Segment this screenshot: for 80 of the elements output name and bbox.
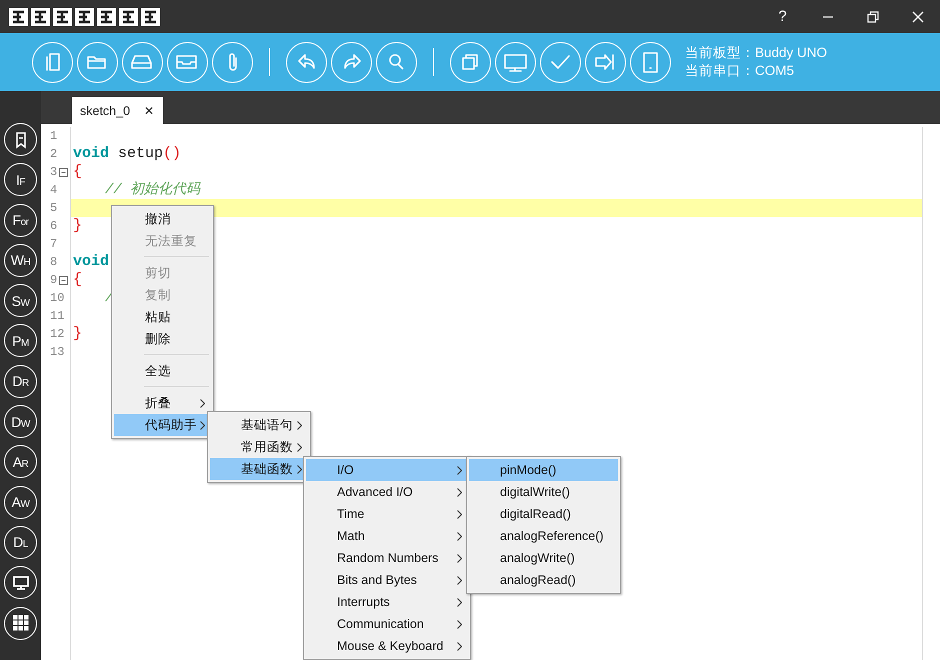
open-button[interactable] (77, 42, 118, 82)
line-number: 6 (50, 219, 58, 233)
save-button[interactable] (122, 42, 163, 82)
inbox-button[interactable] (167, 42, 208, 82)
menu-item[interactable]: Math (306, 525, 468, 547)
restore-icon (866, 10, 878, 22)
menu-item[interactable]: Communication (306, 613, 468, 635)
menu-item[interactable]: digitalWrite() (469, 481, 618, 503)
code-line: void setup() (73, 145, 182, 163)
snippet-button[interactable]: AW (4, 486, 37, 519)
menu-item[interactable]: analogRead() (469, 569, 618, 591)
redo-button[interactable] (331, 42, 372, 82)
document-icon (46, 53, 60, 71)
line-number: 3 (50, 165, 58, 179)
menu-item[interactable]: Interrupts (306, 591, 468, 613)
menu-item[interactable]: analogWrite() (469, 547, 618, 569)
menu-item[interactable]: Mouse & Keyboard (306, 635, 468, 657)
line-number: 12 (50, 327, 64, 341)
snippet-button[interactable]: SW (4, 284, 37, 318)
close-icon (912, 10, 924, 22)
attach-button[interactable] (212, 42, 253, 82)
monitor-button[interactable] (4, 566, 37, 600)
status-text: 当前串口：COM5 (685, 62, 796, 80)
snippet-button[interactable]: WH (4, 244, 37, 277)
fold-icon[interactable] (59, 168, 68, 176)
line-number: 2 (50, 147, 58, 161)
menu-item[interactable]: digitalRead() (469, 503, 618, 525)
copy-button[interactable] (450, 42, 491, 82)
line-number: 8 (50, 255, 58, 269)
undo-button[interactable] (286, 42, 327, 82)
device-button[interactable] (630, 42, 671, 82)
menu-item[interactable]: 删除 (114, 328, 211, 350)
menu-item[interactable]: I/O (306, 459, 468, 481)
code-line: // 初始化代码 (105, 181, 200, 199)
bookmark-button[interactable] (4, 123, 37, 156)
code-line: { (73, 163, 82, 181)
search-button[interactable] (376, 42, 417, 82)
menu-item[interactable]: 全选 (114, 360, 211, 382)
code-line: { (73, 271, 82, 289)
menu-item[interactable]: Random Numbers (306, 547, 468, 569)
help-button[interactable]: ? (760, 0, 805, 33)
snippet-button[interactable]: DL (4, 526, 37, 559)
snippet-button[interactable]: For (4, 204, 37, 237)
file-tab[interactable]: sketch_0 ✕ (72, 97, 164, 124)
menu-item[interactable]: 常用函数 (210, 436, 308, 458)
monitor-icon (12, 574, 30, 591)
paperclip-icon (228, 53, 236, 71)
close-tab-button[interactable]: ✕ (144, 104, 154, 118)
menu-item[interactable]: analogReference() (469, 525, 618, 547)
line-number: 13 (50, 345, 64, 359)
code-line: } (73, 325, 82, 343)
snippet-button[interactable]: IF (4, 163, 37, 196)
line-number: 7 (50, 237, 58, 251)
menu-item[interactable]: Advanced I/O (306, 481, 468, 503)
snippet-button[interactable]: PM (4, 324, 37, 358)
line-number: 5 (50, 201, 58, 215)
snippet-button[interactable]: DR (4, 364, 37, 398)
menu-item[interactable]: 粘贴 (114, 306, 211, 328)
code-line: } (73, 217, 82, 235)
menu-item[interactable]: Time (306, 503, 468, 525)
code-line: void (73, 253, 110, 271)
menu-item[interactable]: pinMode() (469, 459, 618, 481)
line-number: 11 (50, 309, 64, 323)
snippet-button[interactable]: AR (4, 445, 37, 478)
grid-button[interactable] (4, 606, 37, 640)
fold-icon[interactable] (59, 276, 68, 284)
verify-button[interactable] (540, 42, 581, 82)
menu-item[interactable]: 基础语句 (210, 414, 308, 436)
line-number: 4 (50, 183, 58, 197)
line-number: 1 (50, 129, 58, 143)
menu-item[interactable]: 撤消 (114, 208, 211, 230)
upload-button[interactable] (585, 42, 626, 82)
status-text: 当前板型：Buddy UNO (685, 44, 828, 62)
snippet-button[interactable]: DW (4, 405, 37, 438)
menu-item[interactable]: Bits and Bytes (306, 569, 468, 591)
line-number: 9 (50, 273, 58, 287)
new-button[interactable] (32, 42, 73, 82)
line-number: 10 (50, 291, 64, 305)
grid-icon (12, 615, 28, 632)
menu-item[interactable]: 折叠 (114, 392, 211, 414)
